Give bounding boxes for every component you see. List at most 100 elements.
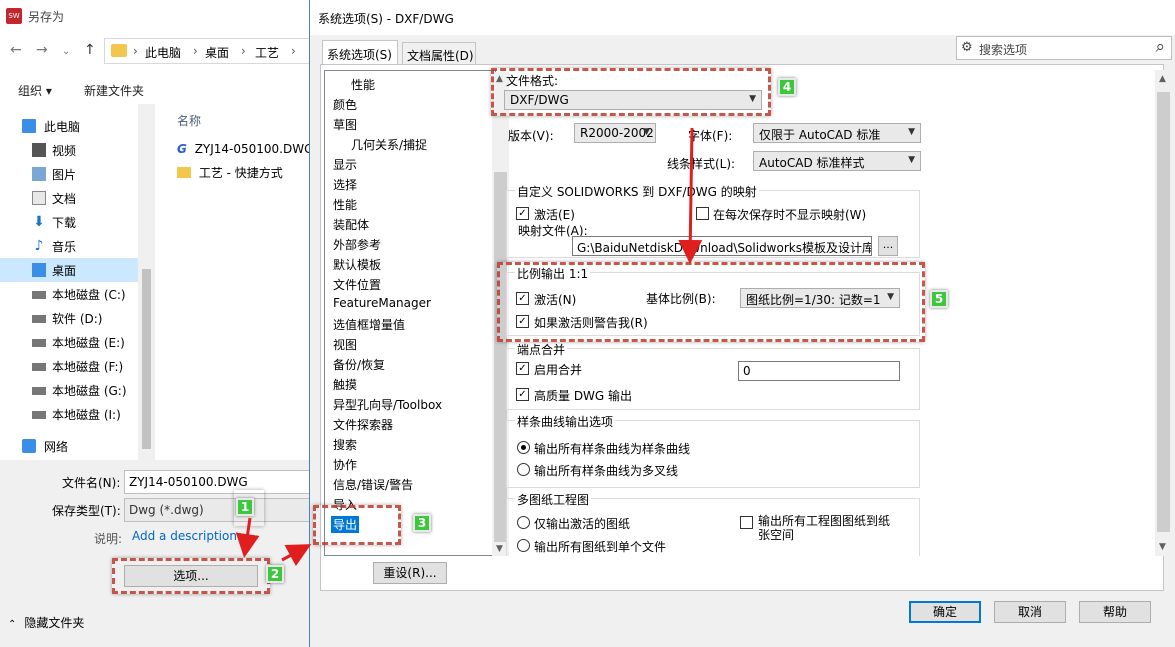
up-arrow-icon[interactable]: ↑ xyxy=(84,42,96,58)
merge-enable-checkbox[interactable]: ✓ xyxy=(516,362,529,375)
ok-button[interactable]: 确定 xyxy=(909,601,981,623)
breadcrumb-this-pc[interactable]: 此电脑 xyxy=(145,44,181,61)
search-icon[interactable]: ⌕ xyxy=(1155,37,1165,57)
cancel-button[interactable]: 取消 xyxy=(994,601,1066,623)
breadcrumb-craft[interactable]: 工艺 xyxy=(255,44,279,61)
tree-item[interactable]: 显示 xyxy=(333,156,357,173)
tab-system-options[interactable]: 系统选项(S) xyxy=(322,40,398,64)
back-arrow-icon[interactable]: ← xyxy=(10,42,22,58)
hq-output-label: 高质量 DWG 输出 xyxy=(534,389,633,403)
organize-button[interactable]: 组织 ▾ xyxy=(18,82,52,99)
forward-arrow-icon[interactable]: → xyxy=(36,42,48,58)
file-item[interactable]: G ZYJ14-050100.DWG xyxy=(177,142,313,156)
nav-item-drive-i[interactable]: 本地磁盘 (I:) xyxy=(0,402,138,426)
tree-item[interactable]: 异型孔向导/Toolbox xyxy=(333,396,442,413)
merge-group-title: 端点合并 xyxy=(515,341,568,358)
new-folder-button[interactable]: 新建文件夹 xyxy=(84,82,144,99)
filetype-select[interactable]: Dwg (*.dwg) xyxy=(124,498,310,522)
breadcrumb-desktop[interactable]: 桌面 xyxy=(205,44,229,61)
tree-item[interactable]: 信息/错误/警告 xyxy=(333,476,413,493)
scroll-down-icon[interactable]: ▼ xyxy=(1159,542,1166,552)
nav-item-drive-c[interactable]: 本地磁盘 (C:) xyxy=(0,282,138,306)
spline-as-polyline-label: 输出所有样条曲线为多叉线 xyxy=(534,464,679,478)
linestyle-select[interactable]: AutoCAD 标准样式 ▼ xyxy=(753,151,921,171)
chevron-down-icon[interactable]: ⌄ xyxy=(62,46,70,57)
spline-as-polyline-radio[interactable] xyxy=(517,463,530,476)
hq-output-checkbox[interactable]: ✓ xyxy=(516,388,529,401)
tree-item[interactable]: 选择 xyxy=(333,176,357,193)
tree-item[interactable]: 视图 xyxy=(333,336,357,353)
nav-item-videos[interactable]: 视频 xyxy=(0,138,138,162)
font-select[interactable]: 仅限于 AutoCAD 标准 ▼ xyxy=(753,123,921,143)
column-header-name[interactable]: 名称 xyxy=(177,112,201,129)
address-bar[interactable]: › 此电脑 › 桌面 › 工艺 › xyxy=(104,38,314,64)
scrollbar-thumb[interactable] xyxy=(1157,92,1170,532)
tree-item[interactable]: 文件探索器 xyxy=(333,416,393,433)
nav-item-pictures[interactable]: 图片 xyxy=(0,162,138,186)
help-button[interactable]: 帮助 xyxy=(1079,601,1151,623)
tab-document-properties[interactable]: 文档属性(D) xyxy=(402,42,476,65)
mapping-file-input[interactable]: G:\BaiduNetdiskDownload\Solidworks模板及设计库… xyxy=(572,236,872,256)
tree-item[interactable]: 默认模板 xyxy=(333,256,381,273)
documents-folder-icon xyxy=(32,191,46,205)
spline-as-spline-radio[interactable] xyxy=(517,441,530,454)
browse-button[interactable]: ... xyxy=(878,236,898,256)
merge-tolerance-input[interactable]: 0 xyxy=(738,361,900,381)
tree-item[interactable]: 协作 xyxy=(333,456,357,473)
filename-input[interactable]: ZYJ14-050100.DWG xyxy=(124,470,310,494)
scrollbar-thumb[interactable] xyxy=(142,269,151,449)
chevron-down-icon: ▼ xyxy=(643,127,650,137)
tree-item[interactable]: 装配体 xyxy=(333,216,369,233)
folder-icon xyxy=(111,44,127,57)
version-select[interactable]: R2000-2002 ▼ xyxy=(574,123,656,143)
scroll-up-icon[interactable]: ▲ xyxy=(1159,74,1166,84)
nav-item-desktop[interactable]: 桌面 xyxy=(0,258,138,282)
tree-item[interactable]: 性能 xyxy=(333,196,357,213)
paperspace-checkbox[interactable] xyxy=(740,516,753,529)
nav-scrollbar[interactable] xyxy=(138,104,155,460)
tree-item[interactable]: 颜色 xyxy=(333,96,357,113)
tree-item[interactable]: 几何关系/捕捉 xyxy=(351,136,427,153)
drive-icon xyxy=(32,411,46,419)
tree-item[interactable]: FeatureManager xyxy=(333,296,431,310)
annotation-box-format xyxy=(491,68,771,116)
drive-icon xyxy=(32,291,46,299)
tree-item[interactable]: 文件位置 xyxy=(333,276,381,293)
nav-item-downloads[interactable]: ⬇ 下载 xyxy=(0,210,138,234)
nav-item-drive-f[interactable]: 本地磁盘 (F:) xyxy=(0,354,138,378)
font-label: 字体(F): xyxy=(688,129,733,143)
tree-item[interactable]: 性能 xyxy=(351,76,375,93)
nav-item-network[interactable]: 网络 xyxy=(0,434,138,458)
nav-item-this-pc[interactable]: 此电脑 xyxy=(0,114,138,138)
save-as-titlebar: SW 另存为 xyxy=(0,0,310,32)
annotation-badge-4: 4 xyxy=(778,78,796,96)
nav-item-documents[interactable]: 文档 xyxy=(0,186,138,210)
download-folder-icon: ⬇ xyxy=(33,214,45,230)
mapping-activate-checkbox[interactable]: ✓ xyxy=(516,207,529,220)
annotation-box-options xyxy=(112,558,270,594)
mapping-noshow-checkbox[interactable] xyxy=(696,207,709,220)
description-label: 说明: xyxy=(94,532,123,546)
tree-item[interactable]: 搜索 xyxy=(333,436,357,453)
nav-item-drive-e[interactable]: 本地磁盘 (E:) xyxy=(0,330,138,354)
nav-item-drive-g[interactable]: 本地磁盘 (G:) xyxy=(0,378,138,402)
search-options-input[interactable]: ⚙ 搜索选项 ⌕ xyxy=(956,36,1172,60)
file-item[interactable]: 工艺 - 快捷方式 xyxy=(177,164,283,181)
reset-button[interactable]: 重设(R)... xyxy=(373,562,447,584)
nav-item-drive-d[interactable]: 软件 (D:) xyxy=(0,306,138,330)
tree-item[interactable]: 选值框增量值 xyxy=(333,316,405,333)
nav-item-music[interactable]: ♪ 音乐 xyxy=(0,234,138,258)
add-description-link[interactable]: Add a description xyxy=(132,529,237,543)
shortcut-folder-icon xyxy=(177,167,191,178)
all-sheets-single-file-radio[interactable] xyxy=(517,539,530,552)
tree-item[interactable]: 外部参考 xyxy=(333,236,381,253)
active-sheet-radio[interactable] xyxy=(517,516,530,529)
tree-item[interactable]: 备份/恢复 xyxy=(333,356,385,373)
tree-item[interactable]: 触摸 xyxy=(333,376,357,393)
hide-folders-toggle[interactable]: ⌃ 隐藏文件夹 xyxy=(8,614,84,631)
options-scrollbar[interactable]: ▲ ▼ xyxy=(1155,70,1172,556)
gear-icon[interactable]: ⚙ xyxy=(961,40,973,55)
scroll-down-icon[interactable]: ▼ xyxy=(496,544,503,554)
navigation-pane: 此电脑 视频 图片 文档 ⬇ 下载 ♪ 音乐 桌面 本地磁盘 (C:) 软件 (… xyxy=(0,104,155,460)
tree-item[interactable]: 草图 xyxy=(333,116,357,133)
